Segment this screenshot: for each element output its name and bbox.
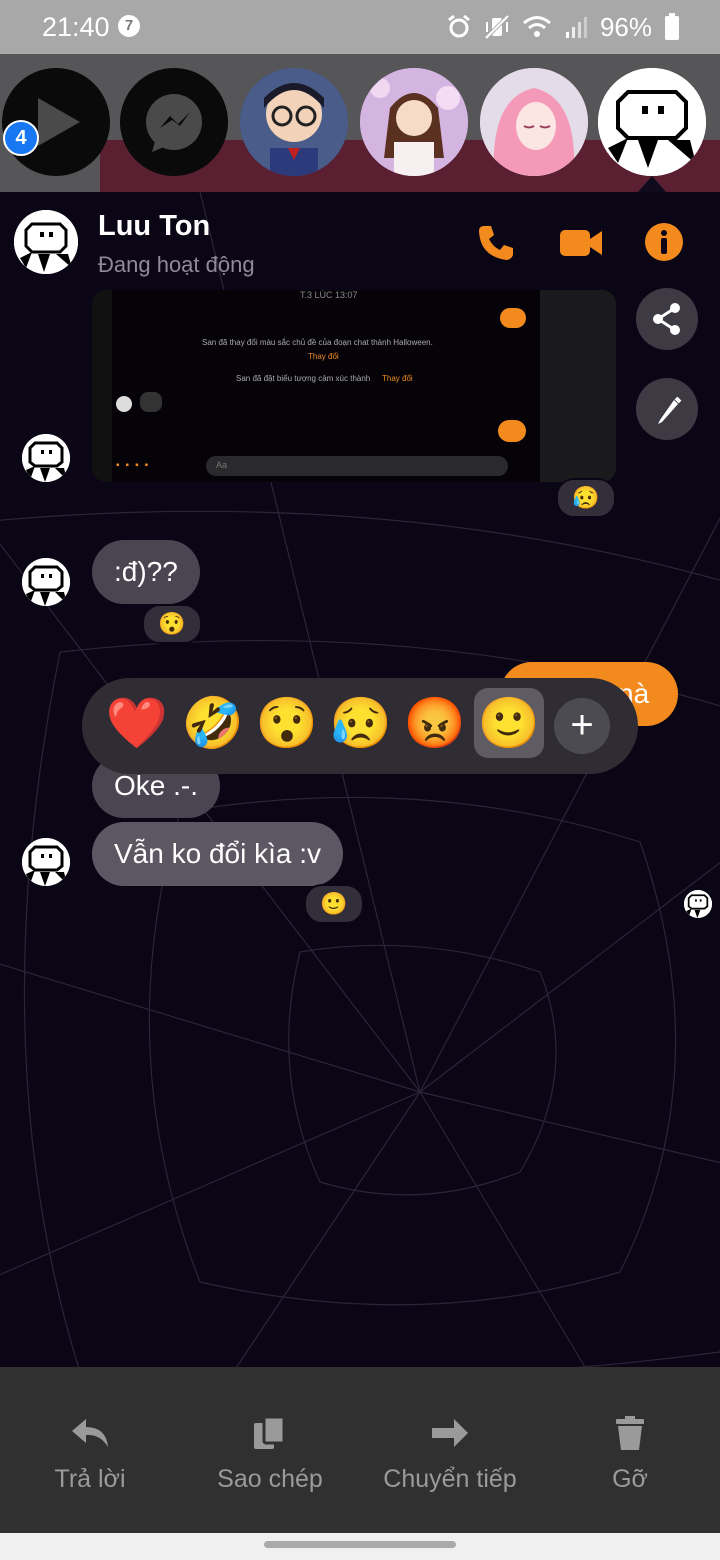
signal-icon xyxy=(565,17,587,38)
vibrate-icon xyxy=(484,14,510,40)
share-button[interactable] xyxy=(636,288,698,350)
sender-avatar xyxy=(22,838,70,886)
avatar-image xyxy=(240,68,348,176)
copy-button[interactable]: Sao chép xyxy=(180,1415,360,1494)
home-gesture-handle[interactable] xyxy=(264,1541,456,1548)
reply-button[interactable]: Trả lời xyxy=(0,1415,180,1494)
screenshot-input-placeholder: Aa xyxy=(216,460,228,470)
chathead-pointer xyxy=(638,176,666,192)
seen-avatar xyxy=(684,890,712,918)
avatar-image xyxy=(480,68,588,176)
messenger-icon xyxy=(146,94,202,152)
forward-label: Chuyển tiếp xyxy=(383,1465,517,1493)
message-reaction[interactable]: 😯 xyxy=(142,604,202,644)
reaction-option-heart[interactable]: ❤️ xyxy=(102,688,172,758)
chat-header: Luu Ton Đang hoạt động xyxy=(0,192,720,288)
screenshot-change-link: Thay đổi xyxy=(308,352,339,361)
sender-avatar xyxy=(22,434,70,482)
copy-label: Sao chép xyxy=(217,1465,323,1493)
remove-button[interactable]: Gỡ xyxy=(540,1415,720,1494)
notification-count: 7 xyxy=(118,15,140,37)
pixel-ghost-avatar xyxy=(598,68,706,176)
pixel-ghost-avatar xyxy=(684,890,712,918)
alarm-icon xyxy=(448,14,470,38)
reaction-option-wow[interactable]: 😯 xyxy=(252,688,322,758)
status-bar: 21:40 7 96% xyxy=(0,0,720,54)
reply-icon xyxy=(72,1419,108,1447)
message-reaction[interactable]: 😥 xyxy=(556,478,616,518)
status-icons: 96% xyxy=(446,10,680,44)
pencil-icon xyxy=(658,396,682,424)
copy-icon xyxy=(254,1415,286,1449)
chat-panel: Luu Ton Đang hoạt động T.3 LÚC 13:07 San… xyxy=(0,192,720,1367)
contact-avatar[interactable] xyxy=(14,210,78,274)
contact-name[interactable]: Luu Ton xyxy=(98,210,210,243)
message-reaction[interactable]: 🙂 xyxy=(304,884,364,924)
forward-button[interactable]: Chuyển tiếp xyxy=(360,1415,540,1494)
battery-icon xyxy=(665,13,679,40)
status-time: 21:40 xyxy=(42,12,110,42)
screenshot-system-msg-2: San đã đặt biểu tượng cảm xúc thành xyxy=(236,374,371,383)
chathead-avatar-conan[interactable] xyxy=(240,68,348,176)
trash-icon xyxy=(616,1416,644,1450)
reaction-option-sad[interactable]: 😥 xyxy=(326,688,396,758)
chathead-avatar-pink[interactable] xyxy=(480,68,588,176)
battery-percent: 96% xyxy=(599,11,652,42)
pixel-ghost-avatar xyxy=(22,558,70,606)
pixel-ghost-avatar xyxy=(14,210,78,274)
message-action-bar: Trả lời Sao chép Chuyển tiếp Gỡ xyxy=(0,1367,720,1533)
reply-label: Trả lời xyxy=(54,1465,126,1493)
screenshot-system-msg-1: San đã thay đổi màu sắc chủ đề của đoạn … xyxy=(202,338,433,347)
chathead-avatar-girl[interactable] xyxy=(360,68,468,176)
edit-button[interactable] xyxy=(636,378,698,440)
reaction-option-smile[interactable]: 🙂 xyxy=(474,688,544,758)
info-icon[interactable] xyxy=(644,222,684,262)
contact-status: Đang hoạt động xyxy=(98,252,255,277)
selected-message-bubble[interactable]: Vẫn ko đổi kìa :v xyxy=(92,822,344,886)
reaction-picker: ❤️ 🤣 😯 😥 😡 🙂 + xyxy=(82,678,638,774)
screenshot-timestamp: T.3 LÚC 13:07 xyxy=(300,290,358,300)
chat-heads-bar: 4 xyxy=(0,54,720,192)
pixel-ghost-avatar xyxy=(22,434,70,482)
shared-screenshot[interactable]: T.3 LÚC 13:07 San đã thay đổi màu sắc ch… xyxy=(92,290,616,482)
screenshot-change-link-2: Thay đổi xyxy=(382,374,413,383)
pixel-ghost-avatar xyxy=(22,838,70,886)
wifi-icon xyxy=(522,16,551,37)
more-reactions-button[interactable]: + xyxy=(554,698,610,754)
chathead-messenger[interactable] xyxy=(120,68,228,176)
remove-label: Gỡ xyxy=(612,1465,648,1493)
chathead-avatar-active[interactable] xyxy=(598,68,706,176)
reaction-option-angry[interactable]: 😡 xyxy=(400,688,470,758)
video-call-icon[interactable] xyxy=(558,222,604,262)
share-icon xyxy=(653,303,680,335)
avatar-image xyxy=(360,68,468,176)
forward-arrow-icon xyxy=(432,1419,468,1447)
chathead-badge: 4 xyxy=(3,120,39,156)
phone-icon[interactable] xyxy=(476,222,516,262)
reaction-option-laughing[interactable]: 🤣 xyxy=(178,688,248,758)
message-bubble[interactable]: :đ)?? xyxy=(92,540,200,604)
system-nav-bar xyxy=(0,1533,720,1560)
sender-avatar xyxy=(22,558,70,606)
